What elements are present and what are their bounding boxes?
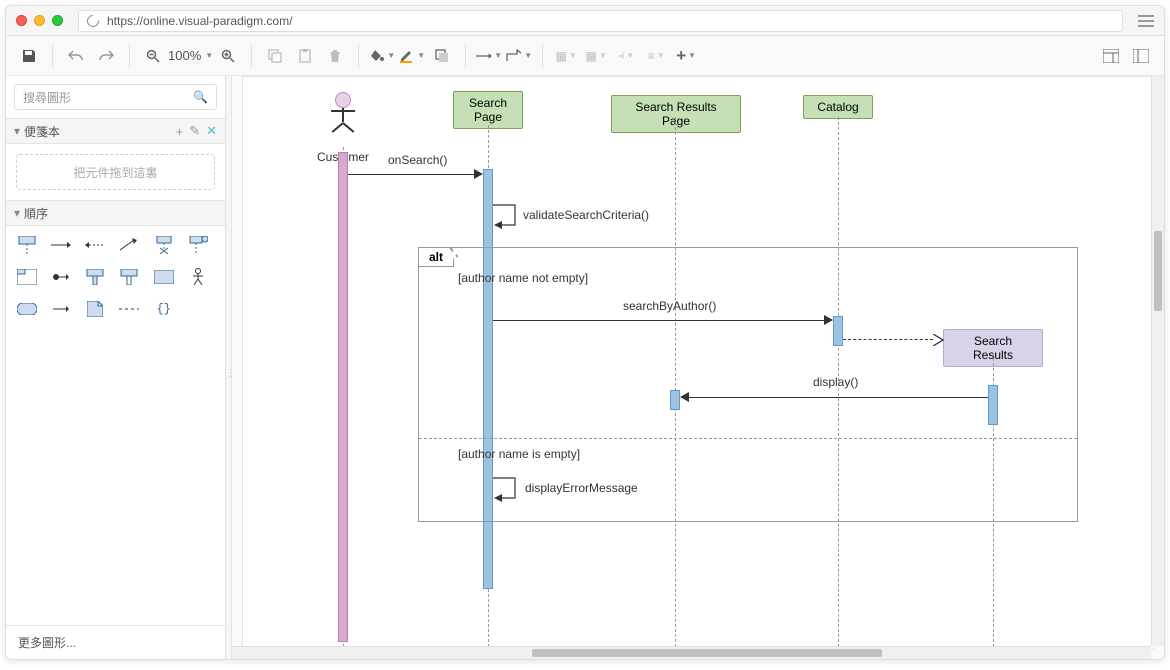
reload-icon[interactable]: [85, 12, 102, 29]
shape-rect[interactable]: [153, 268, 175, 286]
shape-palette: {}: [6, 226, 225, 328]
shape-arrow-left[interactable]: [84, 236, 106, 254]
delete-button[interactable]: [322, 43, 348, 69]
shape-search-input[interactable]: 搜尋圖形 🔍: [14, 84, 217, 110]
to-front-button[interactable]: ▦▼: [553, 43, 579, 69]
message-label: searchByAuthor(): [623, 299, 716, 313]
message-label: displayErrorMessage: [525, 481, 638, 495]
message-display[interactable]: [680, 392, 988, 402]
shape-arrow-right[interactable]: [50, 236, 72, 254]
paste-button[interactable]: [292, 43, 318, 69]
shape-found[interactable]: [187, 236, 209, 254]
canvas-area: Customer Search Page Search Results Page…: [232, 76, 1164, 659]
close-icon[interactable]: ✕: [206, 123, 217, 139]
fill-color-button[interactable]: ▼: [369, 43, 395, 69]
waypoint-button[interactable]: ▼: [506, 43, 532, 69]
sequence-header[interactable]: ▾ 順序: [6, 200, 225, 226]
scratchpad-label: 便箋本: [24, 123, 60, 140]
shape-constraint[interactable]: {}: [153, 300, 175, 318]
message-display-error[interactable]: [493, 475, 523, 508]
edit-icon[interactable]: ✎: [189, 123, 200, 139]
redo-button[interactable]: [93, 43, 119, 69]
message-validate[interactable]: [493, 202, 523, 235]
titlebar: https://online.visual-paradigm.com/: [6, 6, 1164, 36]
zoom-dropdown-icon[interactable]: ▼: [205, 51, 213, 60]
search-icon: 🔍: [193, 90, 208, 104]
shape-gate[interactable]: [50, 300, 72, 318]
lifeline-results-page[interactable]: Search Results Page: [611, 95, 741, 133]
message-label: validateSearchCriteria(): [523, 208, 649, 222]
vertical-scrollbar[interactable]: [1151, 76, 1164, 646]
alt-divider: [419, 438, 1077, 439]
more-shapes-button[interactable]: 更多圖形...: [6, 625, 225, 659]
distribute-button[interactable]: ≡▼: [643, 43, 669, 69]
diagram-canvas[interactable]: Customer Search Page Search Results Page…: [242, 76, 1154, 649]
copy-button[interactable]: [262, 43, 288, 69]
line-color-button[interactable]: ▼: [399, 43, 425, 69]
shape-frame[interactable]: [16, 268, 38, 286]
menu-icon[interactable]: [1138, 15, 1154, 27]
lifeline-search-page[interactable]: Search Page: [453, 91, 523, 129]
close-window-button[interactable]: [16, 15, 27, 26]
zoom-out-button[interactable]: [140, 43, 166, 69]
message-create[interactable]: [843, 339, 943, 340]
format-panel-button[interactable]: [1098, 43, 1124, 69]
activation[interactable]: [338, 152, 348, 642]
shape-dashed-line[interactable]: [118, 300, 140, 318]
search-placeholder: 搜尋圖形: [23, 89, 71, 106]
toolbar: 100% ▼ ▼ ▼ ▼ ▼ ▦▼ ▦▼ ⫞▼ ≡▼ +▼: [6, 36, 1164, 76]
shape-activation2[interactable]: [118, 268, 140, 286]
message-label: display(): [813, 375, 858, 389]
horizontal-scrollbar[interactable]: [232, 646, 1151, 659]
shape-arrow-diag[interactable]: [118, 236, 140, 254]
shape-activation[interactable]: [84, 268, 106, 286]
zoom-level[interactable]: 100%: [168, 48, 201, 63]
shape-actor[interactable]: [187, 268, 209, 286]
shape-endpoint[interactable]: [50, 268, 72, 286]
shape-continuation[interactable]: [16, 300, 38, 318]
message-search-by-author[interactable]: [493, 315, 833, 325]
sequence-label: 順序: [24, 205, 48, 222]
maximize-window-button[interactable]: [52, 15, 63, 26]
save-button[interactable]: [16, 43, 42, 69]
alt-label: alt: [418, 247, 454, 267]
url-text: https://online.visual-paradigm.com/: [107, 14, 292, 28]
message-label: onSearch(): [388, 153, 447, 167]
scratchpad-dropzone[interactable]: 把元件拖到這裏: [16, 154, 215, 190]
shape-lifeline[interactable]: [16, 236, 38, 254]
shadow-button[interactable]: [429, 43, 455, 69]
zoom-in-button[interactable]: [215, 43, 241, 69]
connector-style-button[interactable]: ▼: [476, 43, 502, 69]
add-icon[interactable]: +: [176, 124, 184, 139]
url-bar[interactable]: https://online.visual-paradigm.com/: [78, 10, 1123, 32]
sidebar: 搜尋圖形 🔍 ▾ 便箋本 + ✎ ✕ 把元件拖到這裏 ▾ 順序: [6, 76, 226, 659]
shape-note[interactable]: [84, 300, 106, 318]
align-button[interactable]: ⫞▼: [613, 43, 639, 69]
outline-panel-button[interactable]: [1128, 43, 1154, 69]
add-button[interactable]: +▼: [673, 43, 699, 69]
message-on-search[interactable]: [348, 169, 483, 179]
undo-button[interactable]: [63, 43, 89, 69]
shape-destroy[interactable]: [153, 236, 175, 254]
guard-2: [author name is empty]: [458, 447, 580, 461]
scratchpad-header[interactable]: ▾ 便箋本 + ✎ ✕: [6, 118, 225, 144]
minimize-window-button[interactable]: [34, 15, 45, 26]
to-back-button[interactable]: ▦▼: [583, 43, 609, 69]
lifeline-catalog[interactable]: Catalog: [803, 95, 873, 119]
guard-1: [author name not empty]: [458, 271, 588, 285]
